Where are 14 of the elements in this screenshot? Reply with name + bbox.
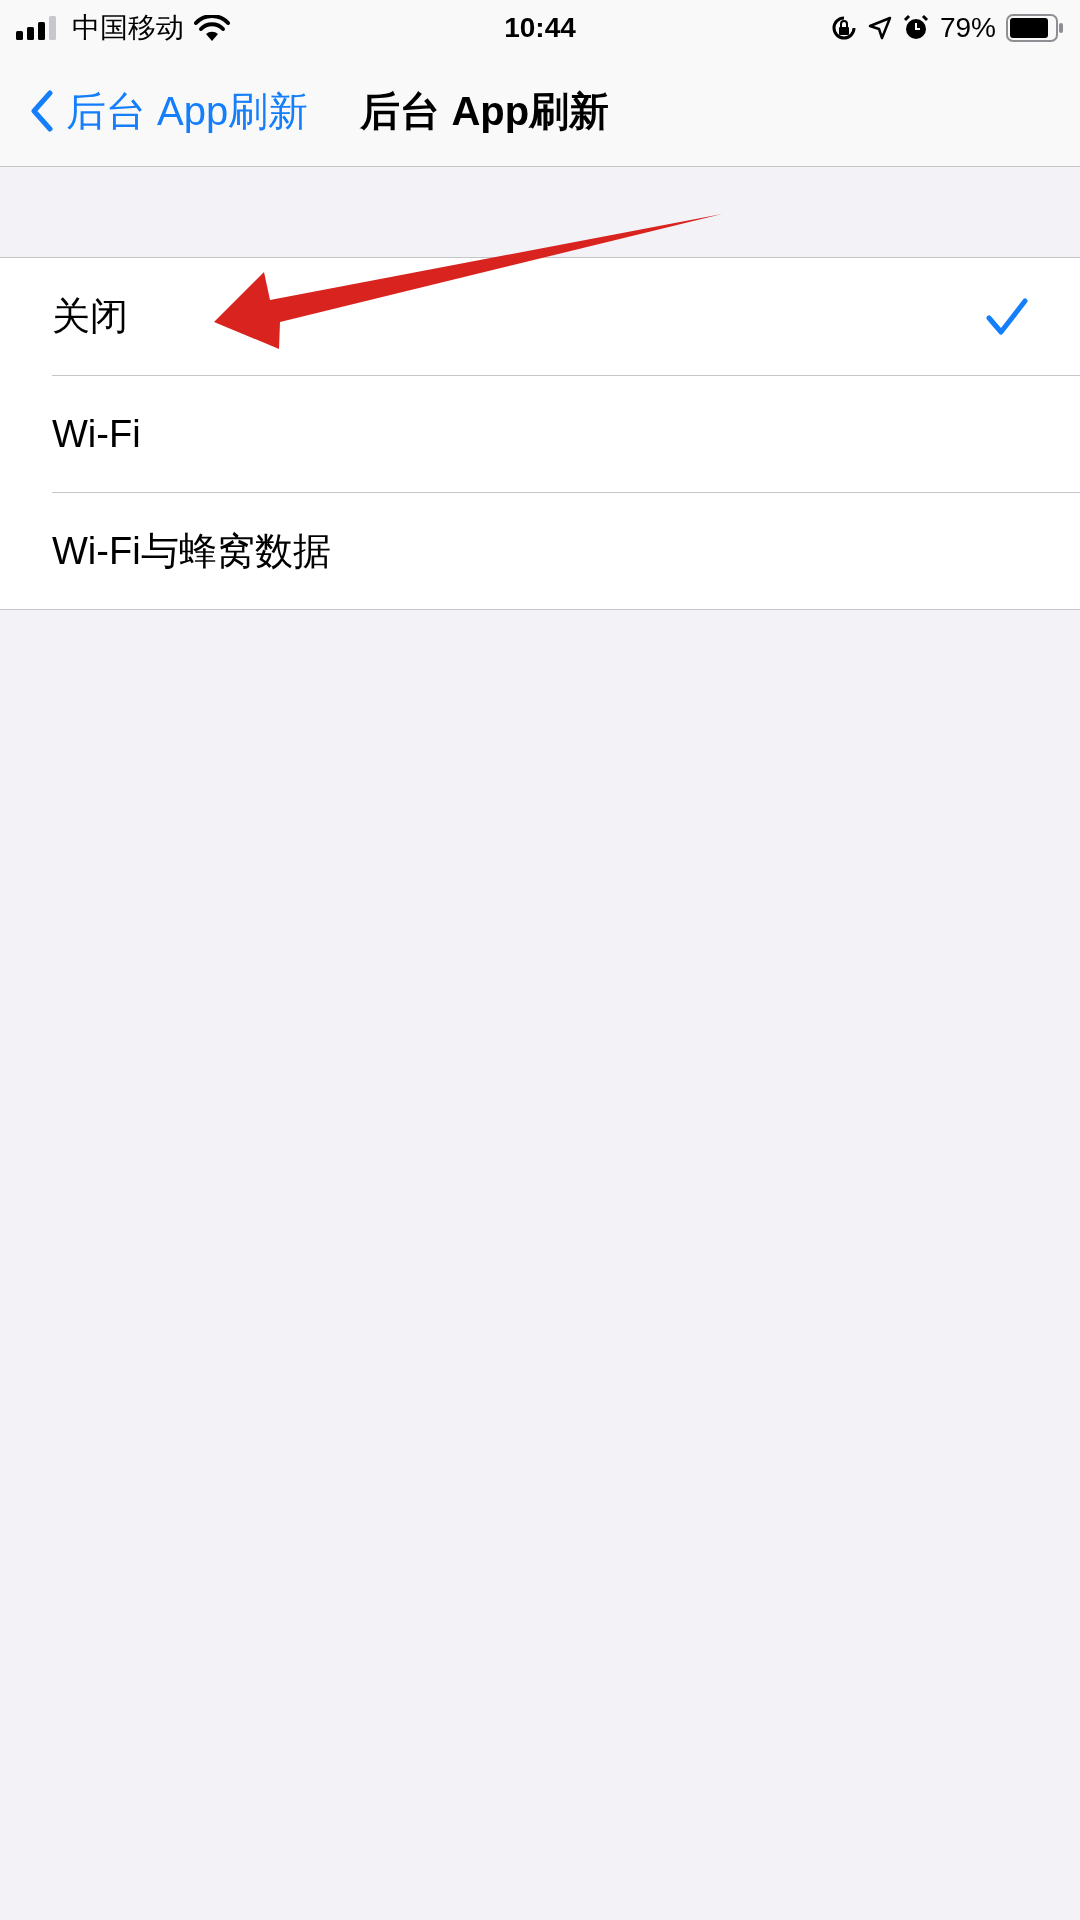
status-time: 10:44 <box>504 11 576 45</box>
chevron-left-icon <box>30 90 54 132</box>
location-icon <box>867 16 892 40</box>
back-button[interactable]: 后台 App刷新 <box>30 81 309 141</box>
checkmark-icon <box>986 297 1028 336</box>
option-label: 关闭 <box>52 294 128 339</box>
wifi-icon <box>194 15 230 41</box>
carrier-name: 中国移动 <box>72 11 184 45</box>
alarm-clock-icon <box>901 14 930 42</box>
battery-icon <box>1006 14 1064 42</box>
option-label: Wi-Fi <box>52 411 141 457</box>
page-title: 后台 App刷新 <box>360 88 610 135</box>
option-label: Wi-Fi与蜂窝数据 <box>52 528 331 574</box>
battery-percent: 79% <box>939 11 996 45</box>
